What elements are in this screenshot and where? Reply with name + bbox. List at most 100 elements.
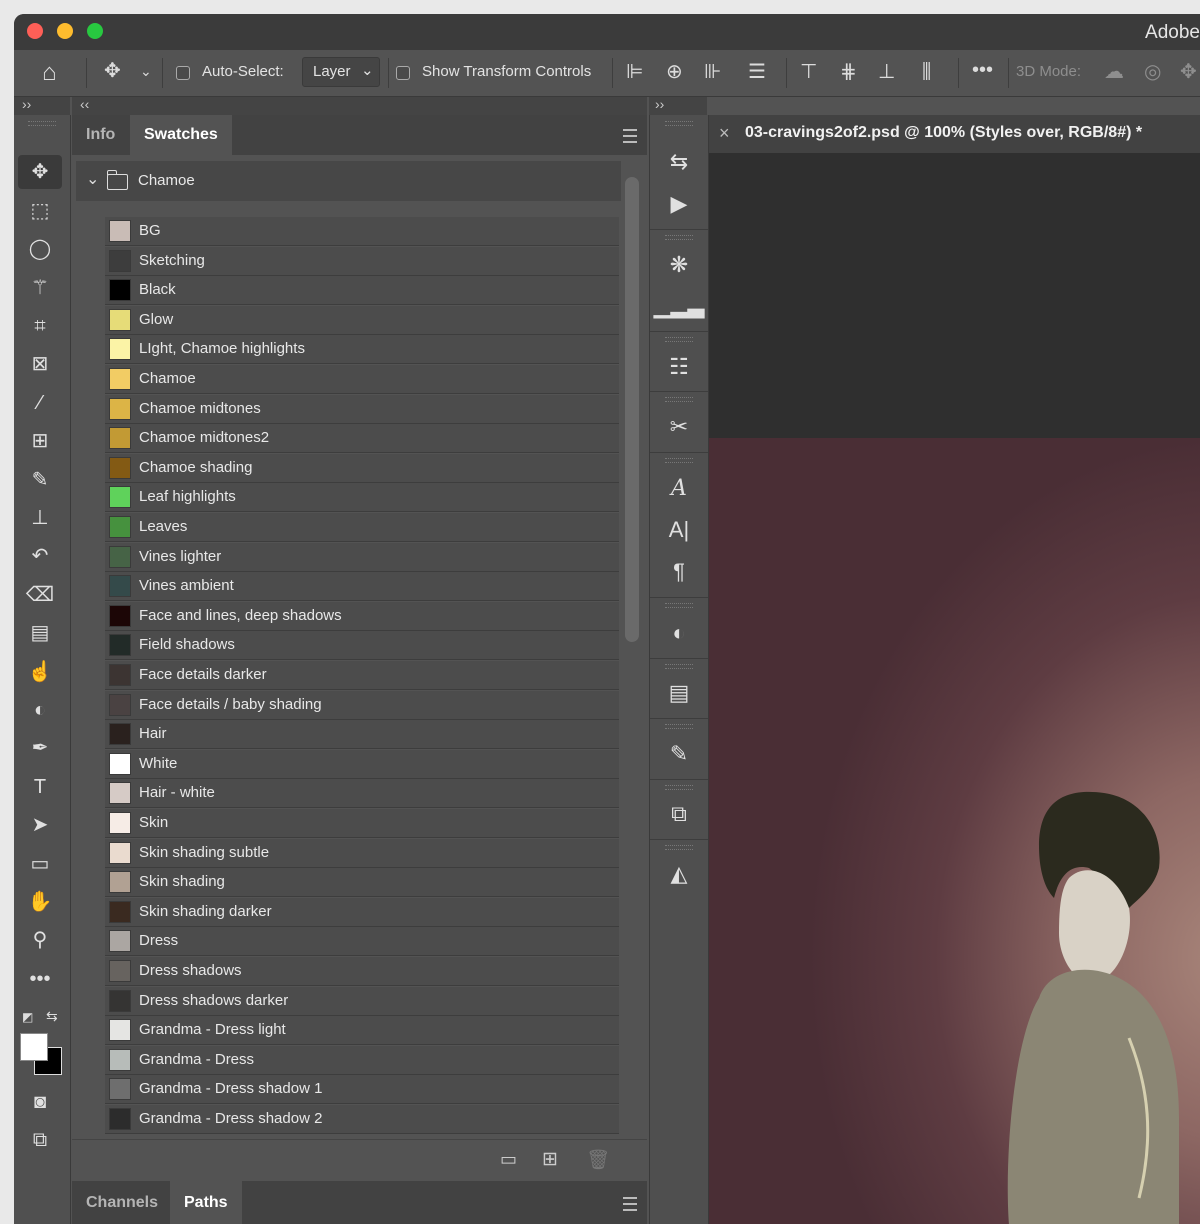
drag-3d-icon[interactable]: ✥ — [1180, 62, 1197, 82]
swatch-color-chip[interactable] — [109, 723, 131, 746]
eyedropper-tool-icon[interactable]: ⁄ — [18, 386, 62, 420]
swatch-row[interactable]: Field shadows — [105, 631, 619, 661]
histogram-icon[interactable]: ▁▂▃ — [650, 289, 708, 323]
panel-grip[interactable] — [28, 121, 56, 126]
swatch-color-chip[interactable] — [109, 782, 131, 805]
swatch-color-chip[interactable] — [109, 989, 131, 1012]
swatch-row[interactable]: Vines ambient — [105, 572, 619, 602]
swatch-color-chip[interactable] — [109, 693, 131, 716]
swatch-color-chip[interactable] — [109, 338, 131, 361]
history-brush-tool-icon[interactable]: ↶ — [18, 539, 62, 573]
home-icon[interactable]: ⌂ — [42, 61, 57, 85]
panel-grip[interactable] — [665, 458, 693, 463]
gradient-tool-icon[interactable]: ▤ — [18, 616, 62, 650]
type-tool-icon[interactable]: T — [18, 770, 62, 804]
align-right-icon[interactable]: ⊪ — [704, 62, 721, 82]
swatch-row[interactable]: Glow — [105, 305, 619, 335]
swatch-row[interactable]: Chamoe shading — [105, 453, 619, 483]
path-selection-tool-icon[interactable]: ➤ — [18, 808, 62, 842]
swatch-row[interactable]: Dress shadows — [105, 957, 619, 986]
swatch-color-chip[interactable] — [109, 900, 131, 923]
auto-select-checkbox[interactable] — [176, 66, 190, 80]
smudge-tool-icon[interactable]: ☝ — [18, 655, 62, 689]
swatch-color-chip[interactable] — [109, 812, 131, 834]
libraries-icon[interactable]: ⧉ — [650, 797, 708, 831]
swatch-group-header[interactable]: ⌄ Chamoe — [76, 161, 621, 201]
tab-channels[interactable]: Channels — [72, 1181, 172, 1224]
collapse-icon[interactable]: ‹‹ — [80, 96, 89, 112]
marquee-tool-icon[interactable]: ⬚ — [18, 194, 62, 228]
swatch-color-chip[interactable] — [109, 1019, 131, 1042]
brush-settings-icon[interactable]: ✎ — [650, 737, 708, 771]
swatch-color-chip[interactable] — [109, 279, 131, 302]
crop-tool-icon[interactable]: ⌗ — [18, 309, 62, 343]
swatch-row[interactable]: Skin shading — [105, 868, 619, 898]
swatch-row[interactable]: Dress shadows darker — [105, 986, 619, 1016]
swatch-color-chip[interactable] — [109, 397, 131, 420]
more-tools-icon[interactable]: ••• — [18, 962, 62, 996]
align-top-icon[interactable]: ⊤ — [800, 62, 817, 82]
frame-tool-icon[interactable]: ⊠ — [18, 347, 62, 381]
panel-grip[interactable] — [665, 235, 693, 240]
orbit-3d-icon[interactable]: ☁ — [1104, 62, 1124, 82]
align-center-icon[interactable]: ⊕ — [666, 62, 683, 82]
distribute-horizontal-icon[interactable]: ⫼ — [922, 62, 931, 82]
swatch-color-chip[interactable] — [109, 752, 131, 775]
swatch-color-chip[interactable] — [109, 960, 131, 982]
chevron-down-icon[interactable]: ⌄ — [140, 64, 152, 78]
move-tool-icon[interactable]: ✥ — [18, 155, 62, 189]
panel-grip[interactable] — [665, 845, 693, 850]
swatch-row[interactable]: Grandma - Dress — [105, 1045, 619, 1075]
swatch-color-chip[interactable] — [109, 1108, 131, 1130]
quick-mask-icon[interactable]: ◙ — [18, 1085, 62, 1119]
panel-grip[interactable] — [665, 337, 693, 342]
dodge-tool-icon[interactable]: ◐ — [18, 693, 62, 727]
panel-menu-icon[interactable] — [623, 1197, 637, 1211]
lasso-tool-icon[interactable]: ◯ — [18, 232, 62, 266]
close-icon[interactable]: × — [719, 123, 730, 144]
document-tab[interactable]: × 03-cravings2of2.psd @ 100% (Styles ove… — [709, 115, 1200, 153]
swatch-color-chip[interactable] — [109, 368, 131, 390]
minimize-window-button[interactable] — [57, 23, 73, 39]
roll-3d-icon[interactable]: ◎ — [1144, 62, 1161, 82]
swatch-row[interactable]: Vines lighter — [105, 542, 619, 572]
show-transform-checkbox[interactable] — [396, 66, 410, 80]
swatch-color-chip[interactable] — [109, 456, 131, 479]
swatch-row[interactable]: Black — [105, 276, 619, 306]
history-icon[interactable]: ⇆ — [650, 145, 708, 179]
chevron-down-icon[interactable]: ⌄ — [86, 169, 99, 189]
new-swatch-icon[interactable]: ⊞ — [542, 1148, 558, 1171]
panel-grip[interactable] — [665, 785, 693, 790]
auto-select-dropdown[interactable]: Layer ⌄ — [302, 57, 380, 87]
swatch-color-chip[interactable] — [109, 545, 131, 568]
close-window-button[interactable] — [27, 23, 43, 39]
swatch-row[interactable]: Hair — [105, 720, 619, 750]
swatch-row[interactable]: Face details / baby shading — [105, 690, 619, 720]
rectangle-tool-icon[interactable]: ▭ — [18, 847, 62, 881]
swatch-row[interactable]: Leaves — [105, 513, 619, 542]
healing-brush-tool-icon[interactable]: ⊞ — [18, 424, 62, 458]
tools-cross-icon[interactable]: ✂ — [650, 410, 708, 444]
zoom-window-button[interactable] — [87, 23, 103, 39]
scrollbar-thumb[interactable] — [625, 177, 639, 642]
glyphs-icon[interactable]: A — [650, 472, 708, 506]
tab-swatches[interactable]: Swatches — [130, 115, 232, 155]
swatch-row[interactable]: Grandma - Dress shadow 1 — [105, 1075, 619, 1105]
panel-grip[interactable] — [665, 603, 693, 608]
new-group-folder-icon[interactable]: ▭ — [500, 1149, 517, 1170]
canvas-artwork[interactable] — [709, 438, 1200, 1224]
swap-colors-icon[interactable]: ⇆ — [46, 1008, 58, 1025]
swatch-row[interactable]: Dress — [105, 927, 619, 957]
swatch-color-chip[interactable] — [109, 249, 131, 272]
swatch-color-chip[interactable] — [109, 930, 131, 953]
default-colors-icon[interactable]: ◩ — [22, 1010, 33, 1024]
swatch-row[interactable]: Skin — [105, 809, 619, 838]
swatch-row[interactable]: Hair - white — [105, 779, 619, 809]
swatch-row[interactable]: Skin shading darker — [105, 897, 619, 927]
expand-icon[interactable]: ›› — [655, 96, 664, 112]
swatch-color-chip[interactable] — [109, 220, 131, 242]
expand-icon[interactable]: ›› — [22, 96, 31, 112]
swatch-color-chip[interactable] — [109, 634, 131, 657]
foreground-color-swatch[interactable] — [20, 1033, 48, 1061]
swatch-row[interactable]: Grandma - Dress light — [105, 1016, 619, 1046]
